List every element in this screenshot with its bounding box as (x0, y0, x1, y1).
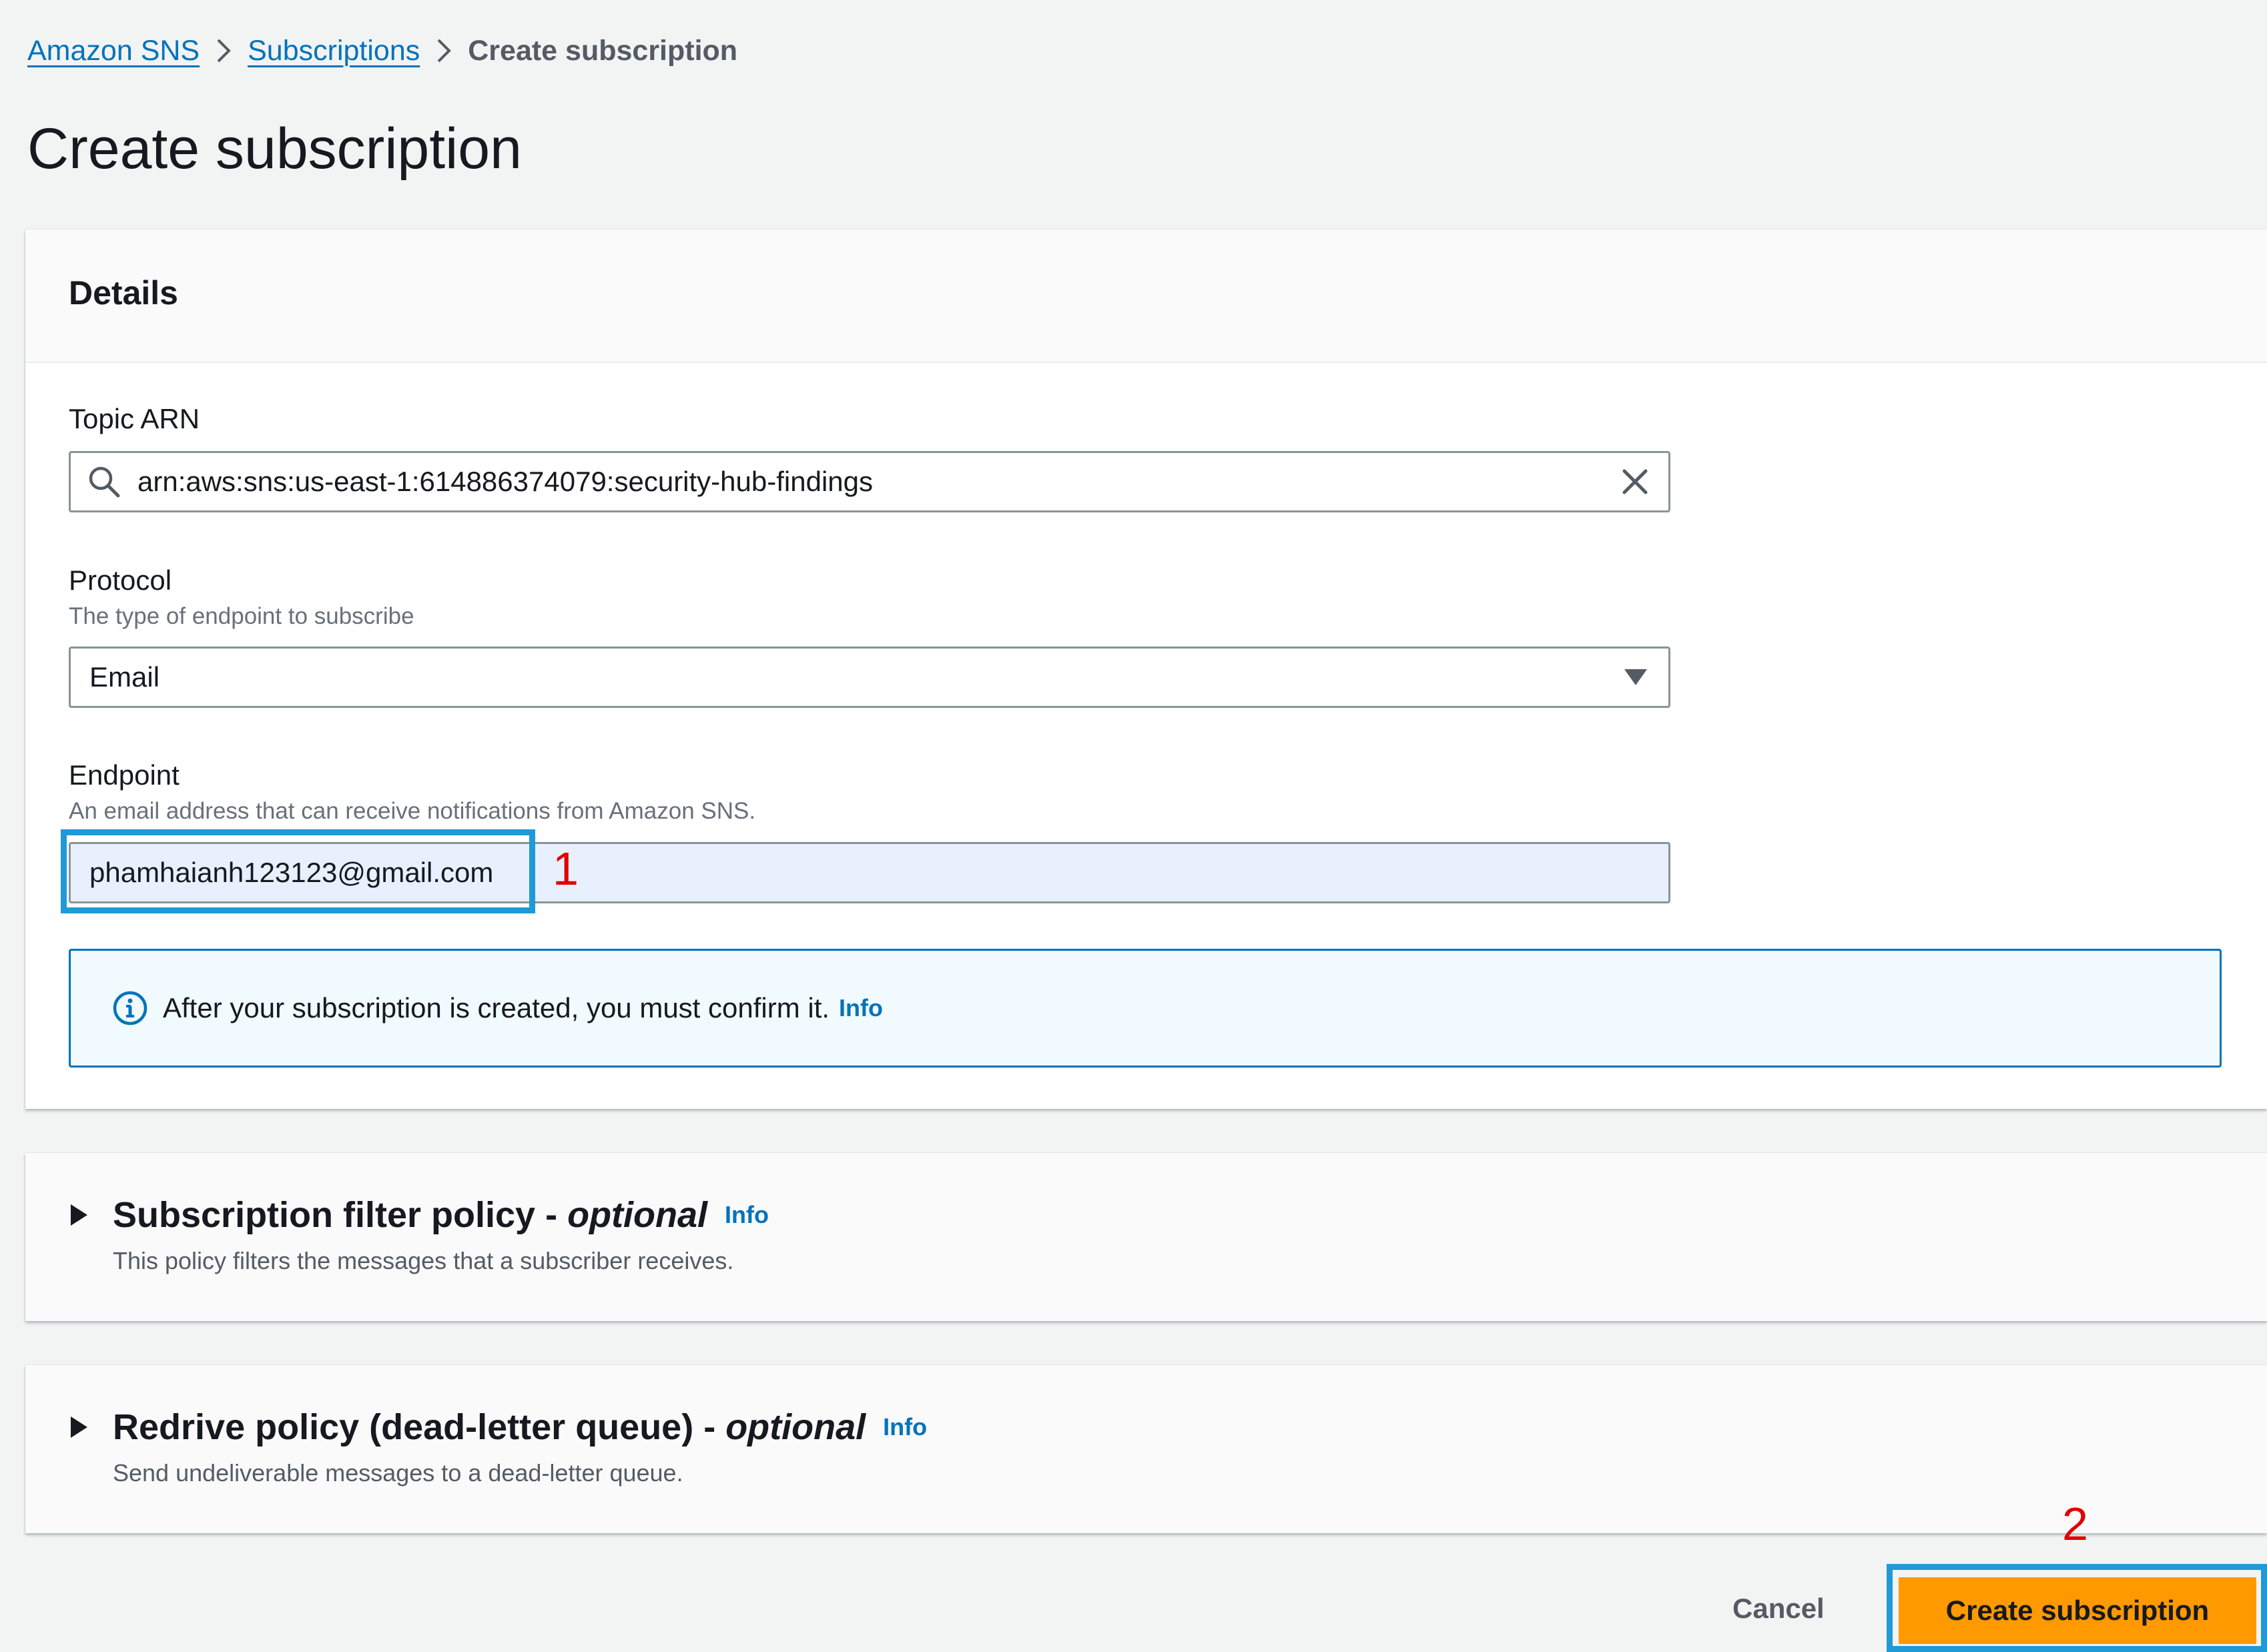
redrive-policy-optional: optional (725, 1407, 866, 1447)
breadcrumb-current: Create subscription (468, 34, 738, 67)
create-subscription-button[interactable]: Create subscription (1899, 1577, 2256, 1644)
page-title: Create subscription (27, 117, 522, 181)
protocol-label: Protocol (69, 564, 172, 596)
chevron-right-icon (200, 35, 248, 67)
filter-policy-description: This policy filters the messages that a … (113, 1247, 734, 1274)
chevron-right-icon (420, 35, 468, 67)
details-panel: Details Topic ARN arn:aws:sns:us-east-1:… (25, 230, 2267, 1109)
filter-policy-optional: optional (567, 1195, 708, 1235)
redrive-policy-expander[interactable]: Redrive policy (dead-letter queue) - opt… (69, 1404, 927, 1451)
filter-policy-panel: Subscription filter policy - optional In… (25, 1153, 2267, 1321)
redrive-policy-title: Redrive policy (dead-letter queue) - opt… (113, 1404, 866, 1451)
annotation-marker-1: 1 (553, 843, 579, 895)
topic-arn-label: Topic ARN (69, 403, 200, 434)
redrive-policy-info-link[interactable]: Info (883, 1413, 927, 1441)
info-circle-icon (113, 991, 147, 1025)
redrive-policy-title-text: Redrive policy (dead-letter queue) - (113, 1407, 726, 1447)
caret-down-icon (1624, 669, 1647, 685)
details-panel-header: Details (25, 230, 2267, 363)
redrive-policy-description: Send undeliverable messages to a dead-le… (113, 1459, 683, 1487)
annotation-marker-2: 2 (2062, 1498, 2088, 1550)
topic-arn-input[interactable]: arn:aws:sns:us-east-1:614886374079:secur… (69, 451, 1670, 512)
topic-arn-value: arn:aws:sns:us-east-1:614886374079:secur… (137, 466, 873, 497)
filter-policy-title: Subscription filter policy - optional (113, 1192, 707, 1238)
details-heading: Details (69, 274, 178, 312)
protocol-select[interactable]: Email (69, 647, 1670, 708)
filter-policy-title-text: Subscription filter policy - (113, 1195, 568, 1235)
cancel-button[interactable]: Cancel (1732, 1585, 1825, 1632)
protocol-description: The type of endpoint to subscribe (69, 603, 414, 629)
endpoint-input[interactable]: phamhaianh123123@gmail.com (69, 842, 1670, 903)
redrive-policy-panel: Redrive policy (dead-letter queue) - opt… (25, 1365, 2267, 1533)
breadcrumb: Amazon SNS Subscriptions Create subscrip… (27, 29, 737, 72)
alert-info-link[interactable]: Info (839, 994, 883, 1022)
endpoint-description: An email address that can receive notifi… (69, 798, 756, 824)
endpoint-label: Endpoint (69, 759, 180, 791)
breadcrumb-subscriptions-link[interactable]: Subscriptions (248, 35, 420, 67)
breadcrumb-amazon-sns-link[interactable]: Amazon SNS (27, 35, 200, 67)
caret-right-icon (71, 1416, 87, 1438)
endpoint-value: phamhaianh123123@gmail.com (89, 857, 494, 888)
confirmation-alert: After your subscription is created, you … (69, 949, 2222, 1068)
protocol-selected-value: Email (89, 661, 160, 693)
close-icon[interactable] (1619, 466, 1651, 498)
search-icon (89, 466, 120, 498)
filter-policy-info-link[interactable]: Info (725, 1201, 769, 1229)
alert-text: After your subscription is created, you … (163, 992, 830, 1023)
filter-policy-expander[interactable]: Subscription filter policy - optional In… (69, 1192, 769, 1238)
caret-right-icon (71, 1204, 87, 1226)
